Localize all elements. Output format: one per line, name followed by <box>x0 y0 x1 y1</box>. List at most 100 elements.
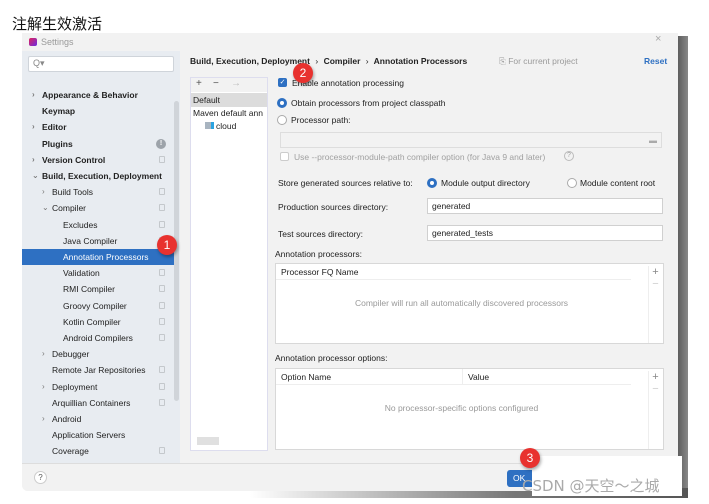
intellij-app-icon <box>29 38 37 46</box>
option-name-header[interactable]: Option Name <box>276 369 463 385</box>
tree-item[interactable]: › Version Control <box>22 152 173 168</box>
production-dir-label: Production sources directory: <box>278 202 389 212</box>
tree-item-label: Plugins <box>42 138 73 149</box>
tree-item[interactable]: Annotation Processors <box>22 249 178 265</box>
folder-browse-icon[interactable]: ▬ <box>649 136 657 145</box>
help-icon[interactable]: ? <box>564 151 574 161</box>
tree-item-label: Deployment <box>52 381 98 392</box>
breadcrumb-separator: › <box>365 56 369 66</box>
reset-link[interactable]: Reset <box>644 56 667 66</box>
project-scope-icon <box>159 334 165 341</box>
watermark: CSDN @天空～之城 <box>522 477 660 495</box>
for-current-project-label: For current project <box>508 56 578 66</box>
tree-item[interactable]: Validation <box>22 265 173 281</box>
profiles-panel: + − → Default Maven default ann cloud <box>190 77 268 451</box>
chevron-right-icon[interactable]: › <box>32 119 35 135</box>
add-option-icon[interactable]: + <box>649 371 662 383</box>
tree-item[interactable]: › Editor <box>22 119 173 135</box>
step-badge-1: 1 <box>157 235 177 255</box>
profiles-scrollbar[interactable] <box>197 437 219 445</box>
chevron-right-icon[interactable]: › <box>32 152 35 168</box>
options-label: Annotation processor options: <box>275 353 388 363</box>
tree-item[interactable]: Keymap <box>22 103 173 119</box>
tree-item[interactable]: Kotlin Compiler <box>22 314 173 330</box>
tree-item-label: Remote Jar Repositories <box>52 365 146 376</box>
tree-item-label: Arquillian Containers <box>52 397 131 408</box>
tree-item[interactable]: Groovy Compiler <box>22 298 173 314</box>
tree-item-label: Android <box>52 414 82 424</box>
processors-table: Processor FQ Name Compiler will run all … <box>275 263 664 344</box>
project-scope-icon <box>159 447 165 455</box>
obtain-label[interactable]: Obtain processors from project classpath <box>291 98 445 108</box>
tree-item[interactable]: ⌄ Compiler <box>22 200 173 216</box>
search-input[interactable]: Q▾ <box>28 56 174 72</box>
breadcrumb-build[interactable]: Build, Execution, Deployment <box>190 56 310 66</box>
processor-path-input[interactable] <box>280 132 662 148</box>
tree-item[interactable]: Coverage <box>22 443 173 459</box>
page-heading: 注解生效激活 <box>12 15 103 33</box>
remove-processor-icon[interactable]: − <box>649 278 662 290</box>
chevron-right-icon[interactable]: › <box>42 379 45 395</box>
breadcrumb-separator: › <box>315 56 319 66</box>
chevron-right-icon[interactable]: › <box>32 87 35 103</box>
processor-path-label[interactable]: Processor path: <box>291 115 351 125</box>
remove-option-icon[interactable]: − <box>649 383 662 395</box>
folder-icon <box>205 122 214 129</box>
close-icon[interactable]: × <box>655 33 661 45</box>
add-icon[interactable]: + <box>196 78 202 89</box>
module-path-checkbox[interactable] <box>280 152 289 161</box>
tree-item-label: Groovy Compiler <box>63 300 127 311</box>
production-dir-input[interactable]: generated <box>427 198 663 214</box>
tree-item-label: Validation <box>63 268 100 279</box>
tree-item[interactable]: ⌄ Build, Execution, Deployment <box>22 168 173 184</box>
module-output-label[interactable]: Module output directory <box>441 178 530 188</box>
obtain-radio[interactable] <box>277 98 287 108</box>
module-output-radio[interactable] <box>427 178 437 188</box>
tree-item[interactable]: › Appearance & Behavior <box>22 87 173 103</box>
tree-item-label: Editor <box>42 122 67 133</box>
chevron-right-icon[interactable]: › <box>42 346 45 362</box>
module-content-label[interactable]: Module content root <box>580 178 655 188</box>
tree-item-label: Coverage <box>52 446 89 457</box>
value-header[interactable]: Value <box>463 369 631 385</box>
test-dir-label: Test sources directory: <box>278 229 364 239</box>
chevron-down-icon[interactable]: ⌄ <box>42 200 49 216</box>
options-side: + − <box>648 371 662 449</box>
help-button[interactable]: ? <box>34 471 47 484</box>
tree-item[interactable]: › Android <box>22 411 173 427</box>
chevron-right-icon[interactable]: › <box>42 411 45 427</box>
project-scope-icon <box>159 269 165 277</box>
add-processor-icon[interactable]: + <box>649 266 662 278</box>
tree-item-label: Kotlin Compiler <box>63 316 121 327</box>
tree-item[interactable]: › Build Tools <box>22 184 173 200</box>
tree-item[interactable]: Application Servers <box>22 427 173 443</box>
tree-item-label: Debugger <box>52 349 90 360</box>
chevron-down-icon[interactable]: ⌄ <box>32 168 39 184</box>
processor-fq-name-header[interactable]: Processor FQ Name <box>276 264 631 280</box>
processor-path-radio[interactable] <box>277 115 287 125</box>
tree-item-label: Annotation Processors <box>63 252 149 262</box>
tree-item-label: RMI Compiler <box>63 284 115 295</box>
tree-item[interactable]: Arquillian Containers <box>22 395 173 411</box>
tree-item-label: Build, Execution, Deployment <box>42 171 162 181</box>
tree-item[interactable]: RMI Compiler <box>22 281 173 297</box>
tree-item[interactable]: Android Compilers <box>22 330 173 346</box>
module-cloud[interactable]: cloud <box>205 121 236 131</box>
enable-checkbox[interactable]: ✓ <box>278 78 287 87</box>
tree-item[interactable]: › Deployment <box>22 379 173 395</box>
tree-item[interactable]: › Debugger <box>22 346 173 362</box>
project-scope-icon <box>159 398 165 406</box>
remove-icon[interactable]: − <box>213 78 219 89</box>
test-dir-input[interactable]: generated_tests <box>427 225 663 241</box>
profile-default[interactable]: Default <box>191 93 267 107</box>
move-icon[interactable]: → <box>231 78 241 89</box>
tree-item[interactable]: Remote Jar Repositories <box>22 362 173 378</box>
module-content-radio[interactable] <box>567 178 577 188</box>
chevron-right-icon[interactable]: › <box>42 184 45 200</box>
profile-maven[interactable]: Maven default ann <box>193 108 263 118</box>
tree-item[interactable]: Plugins! <box>22 136 173 152</box>
breadcrumb-compiler[interactable]: Compiler <box>324 56 361 66</box>
tree-item[interactable]: Excludes <box>22 217 173 233</box>
tree-item[interactable]: Java Compiler <box>22 233 173 249</box>
project-scope-icon <box>159 301 165 309</box>
